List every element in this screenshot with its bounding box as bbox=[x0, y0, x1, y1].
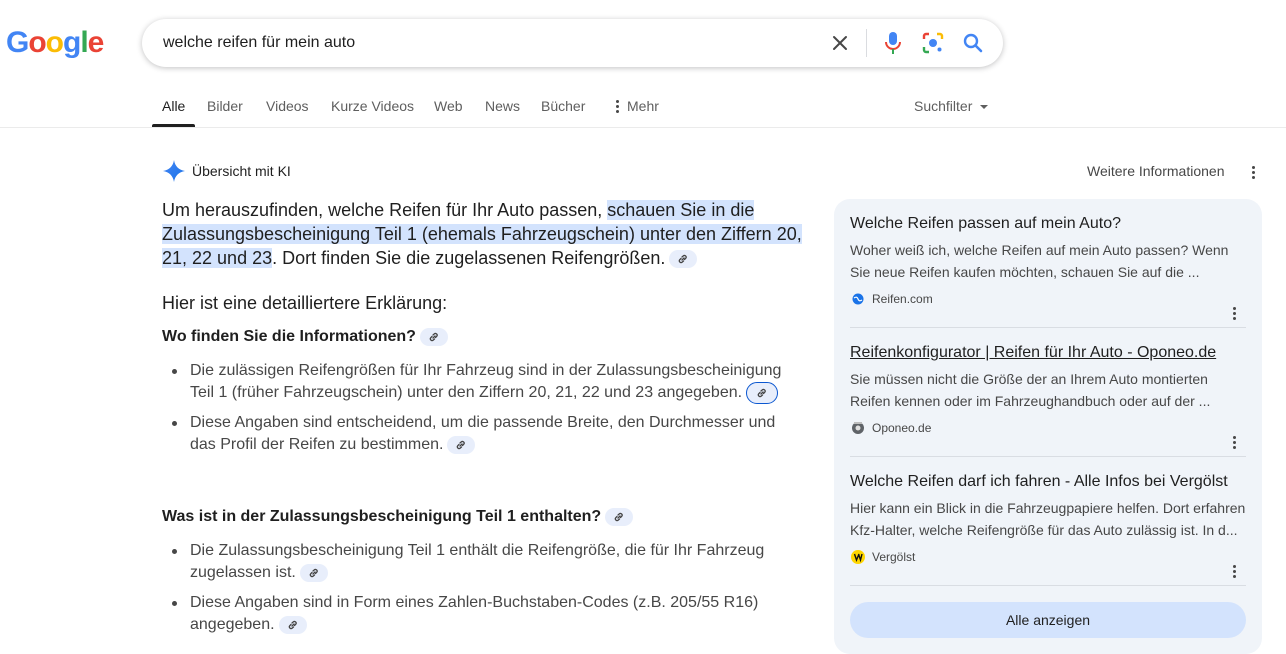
source-description: Sie müssen nicht die Größe der an Ihrem … bbox=[850, 371, 1211, 409]
logo-letter: o bbox=[45, 26, 64, 59]
source-site: Oponeo.de bbox=[850, 420, 1246, 436]
source-card[interactable]: Welche Reifen darf ich fahren - Alle Inf… bbox=[850, 471, 1246, 578]
logo-letter: G bbox=[6, 26, 29, 59]
list-item-text: Diese Angaben sind entscheidend, um die … bbox=[190, 414, 776, 454]
section-title: Was ist in der Zulassungsbescheinigung T… bbox=[162, 508, 602, 526]
microphone-icon[interactable] bbox=[873, 23, 913, 63]
source-card[interactable]: Reifenkonfigurator | Reifen für Ihr Auto… bbox=[850, 342, 1246, 449]
tab-web[interactable]: Web bbox=[434, 98, 463, 114]
citation-link-icon[interactable] bbox=[669, 250, 698, 269]
google-logo[interactable]: Google bbox=[6, 26, 105, 60]
source-site-name: Oponeo.de bbox=[872, 421, 932, 435]
caret-down-icon bbox=[980, 105, 989, 110]
source-description: Hier kann ein Blick in die Fahrzeugpapie… bbox=[850, 500, 1246, 538]
source-description: Woher weiß ich, welche Reifen auf mein A… bbox=[850, 242, 1229, 280]
summary-text-end: . Dort finden Sie die zugelassenen Reife… bbox=[272, 248, 666, 268]
section-heading: Was ist in der Zulassungsbescheinigung T… bbox=[162, 508, 634, 526]
globe-icon bbox=[850, 291, 866, 307]
gemini-sparkle-icon bbox=[163, 160, 185, 182]
tab-mehr[interactable]: Mehr bbox=[613, 98, 659, 114]
ai-summary: Um herauszufinden, welche Reifen für Ihr… bbox=[162, 198, 802, 270]
search-icon[interactable] bbox=[953, 23, 993, 63]
list-item-text: Die zulässigen Reifengrößen für Ihr Fahr… bbox=[190, 362, 782, 402]
detail-heading: Hier ist eine detailliertere Erklärung: bbox=[162, 293, 448, 313]
list-item-text: Die Zulassungsbescheinigung Teil 1 enthä… bbox=[190, 542, 765, 581]
ai-overview-title: Übersicht mit KI bbox=[192, 163, 291, 179]
source-more-options-icon[interactable] bbox=[1226, 563, 1242, 579]
bullet-list: Die zulässigen Reifengrößen für Ihr Fahr… bbox=[162, 360, 802, 464]
source-site-name: Vergölst bbox=[872, 550, 916, 564]
tab-buecher[interactable]: Bücher bbox=[541, 98, 585, 114]
ai-overview-header: Übersicht mit KI bbox=[162, 159, 291, 183]
source-more-options-icon[interactable] bbox=[1226, 305, 1242, 321]
citation-link-icon[interactable] bbox=[746, 382, 779, 404]
logo-letter: o bbox=[28, 26, 46, 59]
summary-text: Um herauszufinden, welche Reifen für Ihr… bbox=[162, 200, 608, 220]
search-bar bbox=[142, 19, 1003, 67]
divider bbox=[850, 327, 1246, 328]
show-all-button[interactable]: Alle anzeigen bbox=[850, 602, 1246, 638]
clear-icon[interactable] bbox=[820, 23, 860, 63]
citation-link-icon[interactable] bbox=[278, 615, 307, 634]
tab-alle[interactable]: Alle bbox=[162, 98, 185, 114]
citation-link-icon[interactable] bbox=[605, 508, 634, 526]
ai-more-options-icon[interactable] bbox=[1245, 164, 1261, 180]
source-site: Vergölst bbox=[850, 549, 1246, 565]
more-vert-icon bbox=[613, 98, 621, 114]
list-item: Diese Angaben sind in Form eines Zahlen-… bbox=[162, 592, 802, 636]
section-title: Wo finden Sie die Informationen? bbox=[162, 328, 416, 346]
search-filter-label: Suchfilter bbox=[914, 98, 973, 114]
source-title[interactable]: Welche Reifen darf ich fahren - Alle Inf… bbox=[850, 471, 1246, 493]
oponeo-favicon-icon bbox=[850, 420, 866, 436]
citation-link-icon[interactable] bbox=[447, 436, 476, 454]
tab-bilder[interactable]: Bilder bbox=[207, 98, 243, 114]
citation-link-icon[interactable] bbox=[299, 563, 328, 582]
logo-letter: l bbox=[80, 26, 88, 59]
source-card[interactable]: Welche Reifen passen auf mein Auto? Wohe… bbox=[850, 213, 1246, 320]
section-heading: Wo finden Sie die Informationen? bbox=[162, 328, 448, 346]
citation-link-icon[interactable] bbox=[419, 328, 448, 346]
bullet-list: Die Zulassungsbescheinigung Teil 1 enthä… bbox=[162, 540, 802, 644]
sources-panel: Welche Reifen passen auf mein Auto? Wohe… bbox=[834, 199, 1262, 654]
more-info-link[interactable]: Weitere Informationen bbox=[1087, 163, 1224, 179]
list-item: Die Zulassungsbescheinigung Teil 1 enthä… bbox=[162, 540, 802, 584]
tab-news[interactable]: News bbox=[485, 98, 520, 114]
vergoelst-favicon-icon bbox=[850, 549, 866, 565]
source-site-name: Reifen.com bbox=[872, 292, 933, 306]
list-item: Die zulässigen Reifengrößen für Ihr Fahr… bbox=[162, 360, 802, 404]
tab-kurze-videos[interactable]: Kurze Videos bbox=[331, 98, 414, 114]
search-tabs: Alle Bilder Videos Kurze Videos Web News… bbox=[0, 90, 1286, 128]
logo-letter: g bbox=[63, 26, 81, 59]
active-tab-indicator bbox=[152, 124, 195, 127]
separator bbox=[866, 29, 867, 57]
tab-videos[interactable]: Videos bbox=[266, 98, 309, 114]
list-item: Diese Angaben sind entscheidend, um die … bbox=[162, 412, 802, 456]
divider bbox=[850, 456, 1246, 457]
divider bbox=[850, 585, 1246, 586]
search-input[interactable] bbox=[163, 34, 823, 52]
source-title[interactable]: Welche Reifen passen auf mein Auto? bbox=[850, 213, 1246, 235]
search-filter-button[interactable]: Suchfilter bbox=[914, 98, 989, 114]
list-item-text: Diese Angaben sind in Form eines Zahlen-… bbox=[190, 594, 759, 633]
search-bar-icons bbox=[820, 19, 1003, 67]
source-more-options-icon[interactable] bbox=[1226, 434, 1242, 450]
logo-letter: e bbox=[87, 26, 105, 59]
source-title[interactable]: Reifenkonfigurator | Reifen für Ihr Auto… bbox=[850, 342, 1246, 364]
source-site: Reifen.com bbox=[850, 291, 1246, 307]
tab-mehr-label: Mehr bbox=[627, 98, 659, 114]
lens-icon[interactable] bbox=[913, 23, 953, 63]
